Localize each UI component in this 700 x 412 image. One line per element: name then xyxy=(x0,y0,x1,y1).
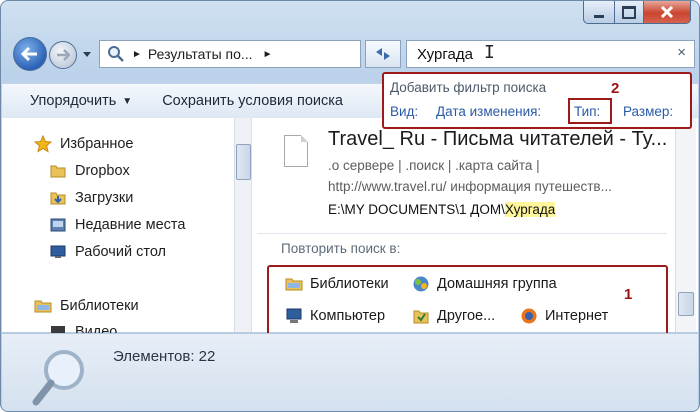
refresh-button[interactable] xyxy=(365,40,401,68)
navigation-bar: ► Результаты по... ► × xyxy=(9,37,695,71)
details-pane: Элементов: 22 xyxy=(2,333,698,411)
repeat-link-internet[interactable]: Интернет xyxy=(519,307,608,325)
filter-option-size[interactable]: Размер: xyxy=(623,104,673,119)
desktop-icon xyxy=(49,244,67,260)
result-path: E:\MY DOCUMENTS\1 ДОМ\Хургада xyxy=(328,202,556,217)
filter-option-kind[interactable]: Вид: xyxy=(390,104,418,119)
explorer-window: ► Результаты по... ► × I Упорядочить ▼ С… xyxy=(0,0,700,412)
sidebar-item-label: Недавние места xyxy=(75,217,186,233)
annotation-label-1: 1 xyxy=(624,286,633,303)
sidebar-item-libraries[interactable]: Библиотеки xyxy=(34,298,139,314)
homegroup-icon xyxy=(411,275,431,293)
repeat-link-label: Домашняя группа xyxy=(437,276,557,292)
clear-search-icon[interactable]: × xyxy=(677,44,686,61)
refresh-icon xyxy=(376,48,390,60)
result-path-highlight: Хургада xyxy=(504,202,556,217)
document-icon xyxy=(284,135,308,167)
minimize-button[interactable] xyxy=(583,1,615,24)
filter-popup-title: Добавить фильтр поиска xyxy=(390,80,547,95)
computer-icon xyxy=(284,307,304,325)
star-icon xyxy=(34,135,52,153)
magnifier-icon xyxy=(32,350,84,406)
folder-icon xyxy=(49,163,67,179)
breadcrumb-arrow-icon: ► xyxy=(132,48,142,60)
result-snippet: .о сервере | .поиск | .карта сайта | xyxy=(328,158,540,173)
chevron-down-icon: ▼ xyxy=(122,95,133,107)
breadcrumb[interactable]: Результаты по... xyxy=(148,46,253,62)
repeat-search-label: Повторить поиск в: xyxy=(281,241,401,256)
maximize-button[interactable] xyxy=(615,1,644,24)
sidebar-item-label: Библиотеки xyxy=(60,298,139,314)
recent-pages-button[interactable] xyxy=(81,47,93,61)
divider xyxy=(257,233,667,234)
repeat-link-homegroup[interactable]: Домашняя группа xyxy=(411,275,557,293)
arrow-right-icon xyxy=(57,49,70,61)
content-area: Избранное Dropbox Загрузки Недавние мест… xyxy=(2,118,698,341)
repeat-link-computer[interactable]: Компьютер xyxy=(284,307,385,325)
repeat-link-custom[interactable]: Другое... xyxy=(411,307,495,325)
scrollbar-thumb[interactable] xyxy=(236,144,251,180)
result-title[interactable]: Travel_ Ru - Письма читателей - Ту... xyxy=(328,128,667,151)
sidebar-item-favorites[interactable]: Избранное xyxy=(34,135,134,153)
maximize-icon xyxy=(622,5,636,19)
breadcrumb-arrow-icon[interactable]: ► xyxy=(263,49,273,60)
forward-button[interactable] xyxy=(49,41,77,69)
search-box[interactable]: × xyxy=(406,40,695,68)
save-search-button[interactable]: Сохранить условия поиска xyxy=(162,93,343,109)
annotation-box-2 xyxy=(568,98,612,124)
repeat-link-label: Библиотеки xyxy=(310,276,389,292)
search-input[interactable] xyxy=(415,44,649,64)
sidebar-item-label: Dropbox xyxy=(75,163,130,179)
sidebar-item-label: Загрузки xyxy=(75,190,134,206)
chevron-down-icon xyxy=(83,52,91,57)
annotation-label-2: 2 xyxy=(611,80,620,97)
navigation-pane-scrollbar[interactable] xyxy=(234,118,252,332)
result-path-prefix: E:\MY DOCUMENTS\1 ДОМ\ xyxy=(328,202,505,217)
sidebar-item-recent-places[interactable]: Недавние места xyxy=(49,217,185,233)
minimize-icon xyxy=(594,14,604,18)
scrollbar-thumb[interactable] xyxy=(678,292,694,316)
recent-places-icon xyxy=(49,217,67,233)
sidebar-item-label: Избранное xyxy=(60,136,134,152)
sidebar-item-desktop[interactable]: Рабочий стол xyxy=(49,244,166,260)
item-count: Элементов: 22 xyxy=(113,348,216,365)
repeat-link-label: Компьютер xyxy=(310,308,386,324)
downloads-icon xyxy=(49,190,67,206)
filter-option-date-modified[interactable]: Дата изменения: xyxy=(436,104,541,119)
back-button[interactable] xyxy=(13,37,47,71)
repeat-link-libraries[interactable]: Библиотеки xyxy=(284,275,389,293)
repeat-link-label: Другое... xyxy=(437,308,496,324)
libraries-icon xyxy=(34,298,52,314)
search-folder-icon xyxy=(108,46,124,62)
sidebar-item-dropbox[interactable]: Dropbox xyxy=(49,163,130,179)
results-pane: Travel_ Ru - Письма читателей - Ту... .о… xyxy=(251,118,675,341)
navigation-pane: Избранное Dropbox Загрузки Недавние мест… xyxy=(2,118,234,340)
repeat-link-label: Интернет xyxy=(545,308,609,324)
save-search-label: Сохранить условия поиска xyxy=(162,93,343,109)
sidebar-item-downloads[interactable]: Загрузки xyxy=(49,190,133,206)
custom-folder-icon xyxy=(411,307,431,325)
internet-icon xyxy=(519,307,539,325)
arrow-left-icon xyxy=(21,46,37,62)
sidebar-item-label: Рабочий стол xyxy=(75,244,167,260)
caption-buttons xyxy=(583,1,691,24)
search-filter-popup: Добавить фильтр поиска 2 Вид: Дата измен… xyxy=(382,72,692,129)
text-cursor-icon: I xyxy=(484,42,495,63)
libraries-icon xyxy=(284,275,304,293)
results-scrollbar[interactable] xyxy=(675,118,696,332)
close-icon xyxy=(660,6,674,18)
organize-label: Упорядочить xyxy=(30,93,117,109)
result-snippet: http://www.travel.ru/ информация путешес… xyxy=(328,179,612,194)
organize-button[interactable]: Упорядочить ▼ xyxy=(30,93,132,109)
address-bar[interactable]: ► Результаты по... ► xyxy=(99,40,361,68)
close-button[interactable] xyxy=(644,1,691,24)
